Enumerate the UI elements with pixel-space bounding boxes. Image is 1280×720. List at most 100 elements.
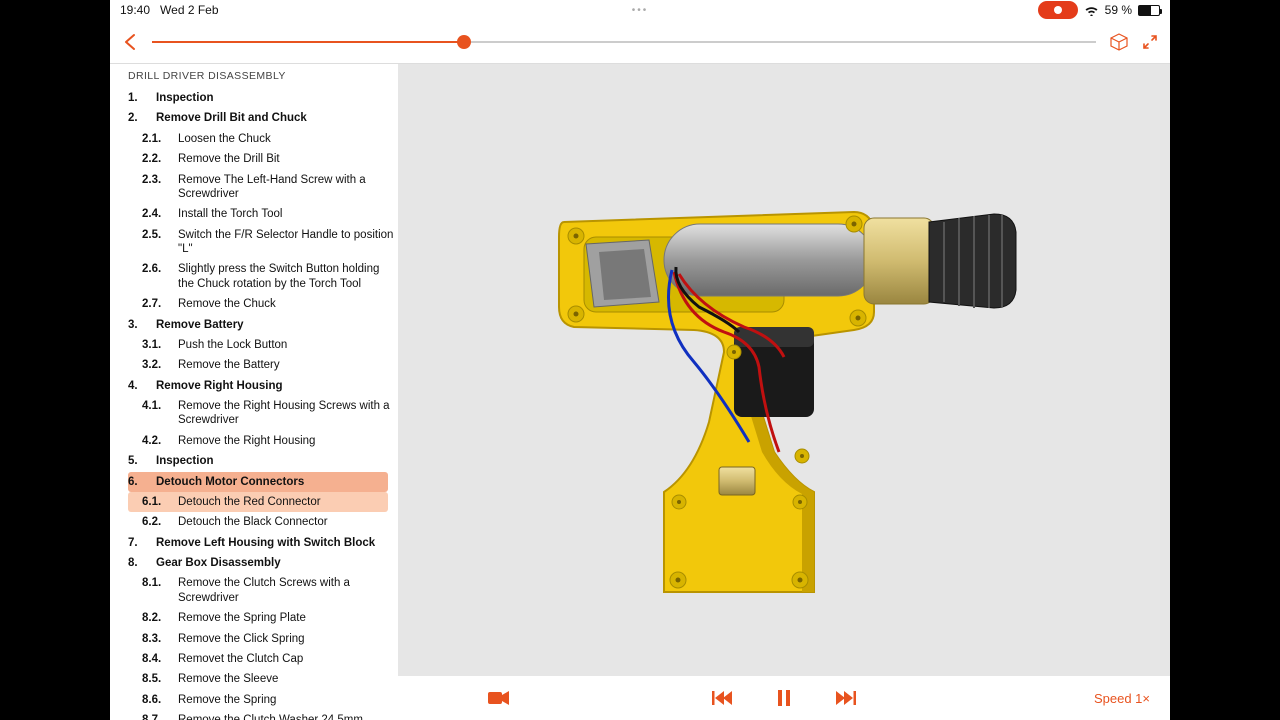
substep-item[interactable]: 2.6.Slightly press the Switch Button hol…: [128, 259, 398, 294]
status-time: 19:40: [120, 3, 150, 17]
wifi-icon: [1084, 5, 1099, 16]
substep-item[interactable]: 2.1.Loosen the Chuck: [128, 129, 398, 149]
step-number: 6.2.: [142, 515, 172, 529]
step-label: Remove the Spring Plate: [178, 611, 306, 625]
step-number: 1.: [128, 91, 150, 105]
step-number: 7.: [128, 536, 150, 550]
step-number: 3.: [128, 318, 150, 332]
step-item[interactable]: 4.Remove Right Housing: [128, 376, 398, 396]
substep-item[interactable]: 8.1.Remove the Clutch Screws with a Scre…: [128, 573, 398, 608]
substep-item[interactable]: 3.1. Push the Lock Button: [128, 335, 398, 355]
status-date: Wed 2 Feb: [160, 3, 218, 17]
step-label: Remove the Right Housing: [178, 434, 315, 448]
step-number: 4.1.: [142, 399, 172, 428]
step-label: Remove Drill Bit and Chuck: [156, 111, 307, 125]
step-number: 2.5.: [142, 228, 172, 257]
step-item[interactable]: 3. Remove Battery: [128, 315, 398, 335]
step-label: Remove the Right Housing Screws with a S…: [178, 399, 394, 428]
steps-sidebar: DRILL DRIVER DISASSEMBLY 1. Inspection 2.R…: [110, 64, 398, 720]
substep-item[interactable]: 8.4.Removet the Clutch Cap: [128, 649, 398, 669]
substep-item[interactable]: 4.1.Remove the Right Housing Screws with…: [128, 396, 398, 431]
step-label: Remove Left Housing with Switch Block: [156, 536, 375, 550]
substep-item[interactable]: 2.2. Remove the Drill Bit: [128, 149, 398, 169]
step-label: Remove the Click Spring: [178, 632, 305, 646]
step-label: Remove the Drill Bit: [178, 152, 280, 166]
step-number: 2.7.: [142, 297, 172, 311]
step-number: 2.3.: [142, 173, 172, 202]
step-number: 3.2.: [142, 358, 172, 372]
timeline-thumb[interactable]: [457, 35, 471, 49]
step-label: Install the Torch Tool: [178, 207, 282, 221]
fullscreen-icon[interactable]: [1142, 34, 1158, 50]
step-number: 8.7.: [142, 713, 172, 720]
step-item[interactable]: 5. Inspection: [128, 451, 398, 471]
substep-item[interactable]: 2.5.Switch the F/R Selector Handle to po…: [128, 225, 398, 260]
battery-icon: [1138, 5, 1160, 16]
steps-list: 1. Inspection 2.Remove Drill Bit and Chuck…: [128, 88, 398, 720]
step-number: 2.4.: [142, 207, 172, 221]
step-label: Detouch Motor Connectors: [156, 475, 304, 489]
step-number: 8.5.: [142, 672, 172, 686]
step-number: 8.4.: [142, 652, 172, 666]
step-number: 8.: [128, 556, 150, 570]
view-cube-icon[interactable]: [1108, 31, 1130, 53]
step-label: Remove the Sleeve: [178, 672, 278, 686]
step-number: 4.2.: [142, 434, 172, 448]
step-number: 3.1.: [142, 338, 172, 352]
step-label: Remove the Spring: [178, 693, 276, 707]
step-number: 2.6.: [142, 262, 172, 291]
step-number: 5.: [128, 454, 150, 468]
prev-button[interactable]: [712, 690, 732, 706]
step-number: 8.2.: [142, 611, 172, 625]
next-button[interactable]: [836, 690, 856, 706]
step-label: Remove the Clutch Screws with a Screwdri…: [178, 576, 394, 605]
step-number: 4.: [128, 379, 150, 393]
record-dot-icon: [1054, 6, 1062, 14]
status-bar: 19:40 Wed 2 Feb ••• 59 %: [110, 0, 1170, 20]
substep-item[interactable]: 4.2. Remove the Right Housing: [128, 431, 398, 451]
step-label: Loosen the Chuck: [178, 132, 271, 146]
toolbar: [110, 20, 1170, 64]
substep-item[interactable]: 2.7. Remove the Chuck: [128, 294, 398, 314]
step-label: Inspection: [156, 91, 214, 105]
substep-item[interactable]: 8.3.Remove the Click Spring: [128, 629, 398, 649]
substep-item[interactable]: 2.3.Remove The Left-Hand Screw with a Sc…: [128, 170, 398, 205]
step-label: Push the Lock Button: [178, 338, 287, 352]
step-label: Remove Battery: [156, 318, 244, 332]
step-number: 6.: [128, 475, 150, 489]
substep-item[interactable]: 2.4. Install the Torch Tool: [128, 204, 398, 224]
substep-item[interactable]: 8.7. Remove the Clutch Washer 24.5mm: [128, 710, 398, 720]
substep-item[interactable]: 3.2. Remove the Battery: [128, 355, 398, 375]
timeline-slider[interactable]: [152, 28, 1096, 56]
substep-item[interactable]: 8.6. Remove the Spring: [128, 690, 398, 710]
viewport-3d[interactable]: Speed 1×: [398, 64, 1170, 720]
back-button[interactable]: [122, 33, 140, 51]
step-number: 6.1.: [142, 495, 172, 509]
step-label: Detouch the Black Connector: [178, 515, 328, 529]
step-label: Remove the Battery: [178, 358, 280, 372]
step-number: 2.2.: [142, 152, 172, 166]
substep-item[interactable]: 6.2. Detouch the Black Connector: [128, 512, 398, 532]
pause-button[interactable]: [778, 690, 790, 706]
speed-button[interactable]: Speed 1×: [1094, 691, 1150, 706]
step-label: Remove The Left-Hand Screw with a Screwd…: [178, 173, 394, 202]
step-item[interactable]: 6. Detouch Motor Connectors: [128, 472, 388, 492]
substep-item[interactable]: 6.1.Detouch the Red Connector: [128, 492, 388, 512]
step-label: Slightly press the Switch Button holding…: [178, 262, 394, 291]
timeline-fill: [152, 41, 464, 43]
recording-pill[interactable]: [1038, 1, 1078, 19]
substep-item[interactable]: 8.2. Remove the Spring Plate: [128, 608, 398, 628]
multitask-dots[interactable]: •••: [632, 5, 649, 16]
document-title: DRILL DRIVER DISASSEMBLY: [128, 70, 398, 82]
step-number: 8.1.: [142, 576, 172, 605]
step-item[interactable]: 8.Gear Box Disassembly: [128, 553, 398, 573]
step-label: Inspection: [156, 454, 214, 468]
step-label: Remove the Clutch Washer 24.5mm: [178, 713, 363, 720]
camera-button[interactable]: [488, 690, 510, 706]
substep-item[interactable]: 8.5. Remove the Sleeve: [128, 669, 398, 689]
step-item[interactable]: 2.Remove Drill Bit and Chuck: [128, 108, 398, 128]
step-number: 8.6.: [142, 693, 172, 707]
step-item[interactable]: 7. Remove Left Housing with Switch Block: [128, 533, 398, 553]
step-label: Remove the Chuck: [178, 297, 276, 311]
step-item[interactable]: 1. Inspection: [128, 88, 398, 108]
